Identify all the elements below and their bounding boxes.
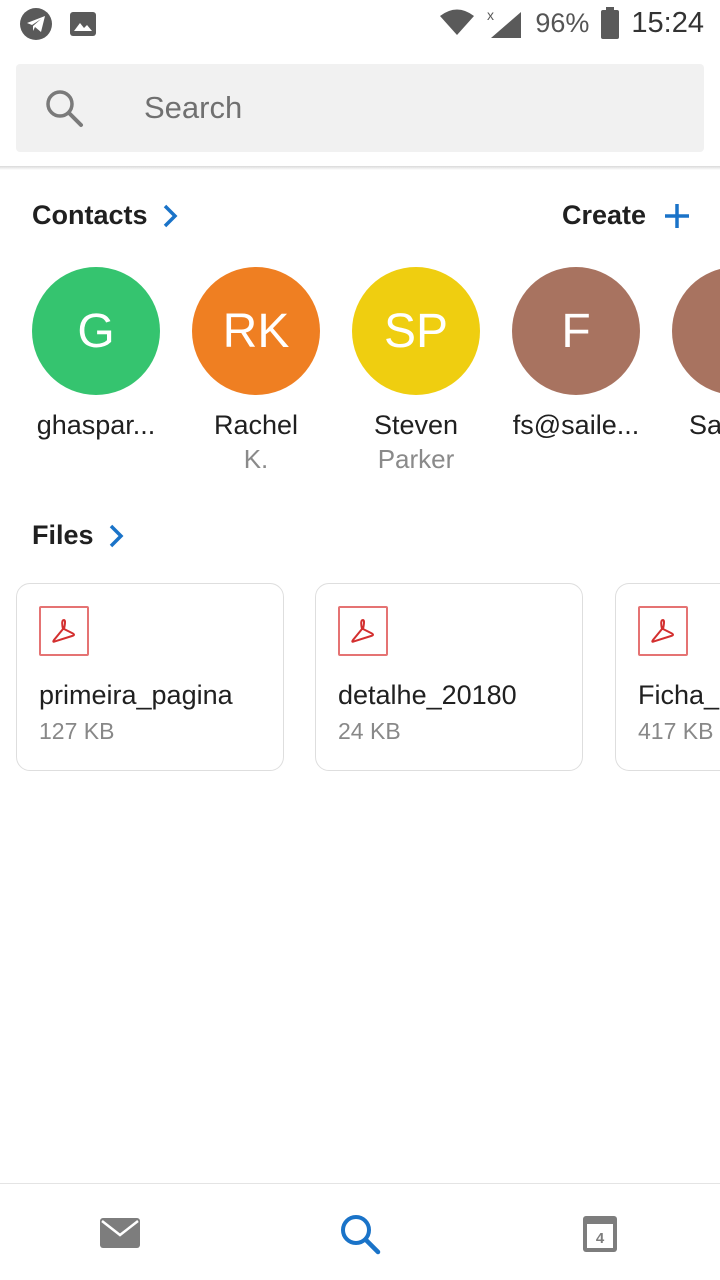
contacts-title: Contacts [32,200,148,230]
create-label: Create [561,200,646,230]
contacts-header[interactable]: Contacts [32,200,178,231]
file-name: Ficha_ [638,680,720,710]
calendar-day: 4 [596,1230,605,1247]
contact-name[interactable]: Steven [336,410,496,441]
clock: 15:24 [631,6,704,39]
wifi-icon [440,9,475,35]
contact-name[interactable]: Rachel [176,410,336,441]
pdf-icon [638,606,688,656]
create-contact-button[interactable]: Create [562,200,690,231]
header-divider [0,166,720,170]
file-card[interactable]: primeira_pagina 127 KB [16,583,284,771]
battery-percent: 96% [535,7,590,38]
search-bar[interactable] [16,64,704,152]
search-icon [341,1215,381,1255]
chevron-right-icon [163,204,177,227]
files-header[interactable]: Files [32,520,124,551]
search-icon [46,90,83,127]
contact-avatar[interactable]: G [32,267,160,395]
telegram-icon [20,8,52,40]
mail-icon [100,1218,140,1248]
calendar-icon: 4 [583,1216,617,1252]
pdf-icon [338,606,388,656]
file-card[interactable]: detalhe_20180 24 KB [315,583,583,771]
files-title: Files [32,520,94,550]
signal-icon: x [487,7,522,38]
nav-calendar[interactable]: 4 [578,1212,622,1256]
search-input[interactable] [144,86,644,130]
contact-name[interactable]: Sa [689,410,720,441]
battery-icon [601,7,620,39]
file-size: 127 KB [39,718,115,744]
file-size: 24 KB [338,718,401,744]
contact-surname: Parker [377,444,455,474]
contact-avatar[interactable]: SP [352,267,480,395]
pdf-icon [39,606,89,656]
file-name: detalhe_20180 [338,680,517,710]
contact-name[interactable]: fs@saile... [496,410,656,441]
nav-search[interactable] [338,1212,382,1256]
contact-name[interactable]: ghaspar... [16,410,176,441]
gallery-icon [70,12,96,36]
nav-mail[interactable] [98,1212,142,1256]
contact-avatar-partial[interactable] [672,267,720,395]
chevron-right-icon [109,524,124,547]
file-card[interactable]: Ficha_ 417 KB [615,583,720,771]
contact-surname: K. [243,444,269,474]
contact-avatar[interactable]: F [512,267,640,395]
status-bar: x 96% 15:24 [0,0,720,52]
contact-avatar[interactable]: RK [192,267,320,395]
file-size: 417 KB [638,718,714,744]
bottom-navigation: 4 [0,1183,720,1280]
svg-text:x: x [487,7,494,23]
file-name: primeira_pagina [39,680,233,710]
plus-icon [665,203,689,228]
